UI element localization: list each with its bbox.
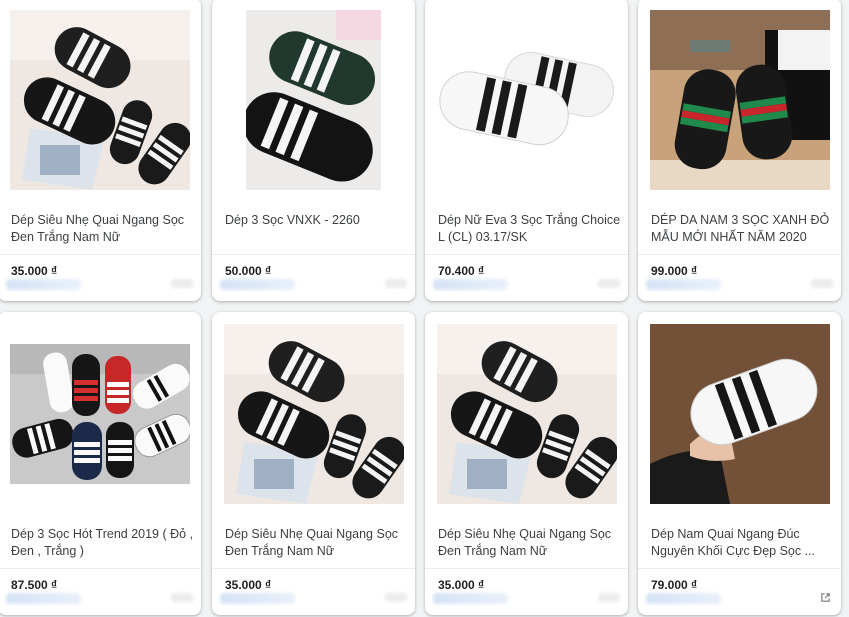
- rating-blurred: [598, 593, 620, 602]
- product-card[interactable]: Dép Nữ Eva 3 Sọc Trắng Choice L (CL) 03.…: [425, 0, 628, 301]
- product-image[interactable]: [10, 344, 190, 484]
- product-title[interactable]: Dép Nam Quai Ngang Đúc Nguyên Khối Cực Đ…: [651, 526, 835, 560]
- seller-name-blurred: [433, 593, 508, 604]
- product-price: 35.000 ₫: [438, 578, 485, 592]
- seller-name-blurred: [646, 279, 721, 290]
- seller-name-blurred: [220, 593, 295, 604]
- external-link-icon[interactable]: [820, 592, 831, 603]
- divider: [425, 254, 628, 255]
- divider: [212, 254, 415, 255]
- seller-name-blurred: [6, 279, 81, 290]
- product-image[interactable]: [650, 324, 830, 504]
- divider: [638, 254, 841, 255]
- seller-name-blurred: [646, 593, 721, 604]
- seller-name-blurred: [433, 279, 508, 290]
- product-image[interactable]: [246, 10, 381, 190]
- divider: [0, 568, 201, 569]
- product-price: 50.000 ₫: [225, 264, 272, 278]
- product-price: 35.000 ₫: [11, 264, 58, 278]
- product-card[interactable]: Dép 3 Sọc VNXK - 2260 50.000 ₫: [212, 0, 415, 301]
- rating-blurred: [171, 593, 193, 602]
- product-image[interactable]: [224, 324, 404, 504]
- seller-name-blurred: [220, 279, 295, 290]
- rating-blurred: [385, 593, 407, 602]
- seller-name-blurred: [6, 593, 81, 604]
- product-card[interactable]: Dép 3 Sọc Hót Trend 2019 ( Đỏ , Đen , Tr…: [0, 312, 201, 615]
- rating-blurred: [171, 279, 193, 288]
- divider: [212, 568, 415, 569]
- product-price: 87.500 ₫: [11, 578, 58, 592]
- product-title[interactable]: Dép Siêu Nhẹ Quai Ngang Sọc Đen Trắng Na…: [11, 212, 195, 246]
- rating-blurred: [385, 279, 407, 288]
- product-card[interactable]: DÉP DA NAM 3 SỌC XANH ĐỎ MẪU MỚI NHẤT NĂ…: [638, 0, 841, 301]
- product-card[interactable]: Dép Siêu Nhẹ Quai Ngang Sọc Đen Trắng Na…: [0, 0, 201, 301]
- product-price: 70.400 ₫: [438, 264, 485, 278]
- product-title[interactable]: Dép Nữ Eva 3 Sọc Trắng Choice L (CL) 03.…: [438, 212, 622, 246]
- product-title[interactable]: Dép 3 Sọc VNXK - 2260: [225, 212, 409, 229]
- rating-blurred: [598, 279, 620, 288]
- product-grid: Dép Siêu Nhẹ Quai Ngang Sọc Đen Trắng Na…: [0, 0, 849, 617]
- product-image[interactable]: [437, 324, 617, 504]
- divider: [0, 254, 201, 255]
- product-price: 35.000 ₫: [225, 578, 272, 592]
- product-title[interactable]: DÉP DA NAM 3 SỌC XANH ĐỎ MẪU MỚI NHẤT NĂ…: [651, 212, 835, 246]
- product-title[interactable]: Dép Siêu Nhẹ Quai Ngang Sọc Đen Trắng Na…: [438, 526, 622, 560]
- product-price: 99.000 ₫: [651, 264, 698, 278]
- rating-blurred: [811, 279, 833, 288]
- product-image[interactable]: [437, 10, 617, 190]
- divider: [638, 568, 841, 569]
- product-card[interactable]: Dép Siêu Nhẹ Quai Ngang Sọc Đen Trắng Na…: [212, 312, 415, 615]
- product-title[interactable]: Dép 3 Sọc Hót Trend 2019 ( Đỏ , Đen , Tr…: [11, 526, 195, 560]
- product-image[interactable]: [650, 10, 830, 190]
- divider: [425, 568, 628, 569]
- product-title[interactable]: Dép Siêu Nhẹ Quai Ngang Sọc Đen Trắng Na…: [225, 526, 409, 560]
- product-card[interactable]: Dép Nam Quai Ngang Đúc Nguyên Khối Cực Đ…: [638, 312, 841, 615]
- product-image[interactable]: [10, 10, 190, 190]
- product-card[interactable]: Dép Siêu Nhẹ Quai Ngang Sọc Đen Trắng Na…: [425, 312, 628, 615]
- product-price: 79.000 ₫: [651, 578, 698, 592]
